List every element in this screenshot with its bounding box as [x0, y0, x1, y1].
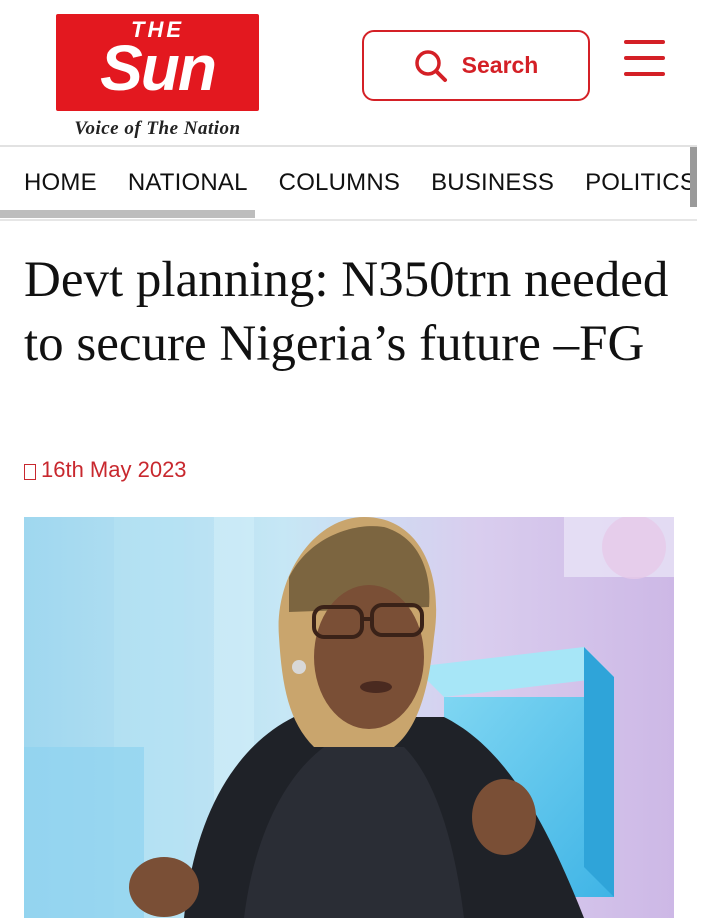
article-dateline: 16th May 2023 [24, 457, 187, 483]
article-featured-image[interactable] [24, 517, 674, 918]
nav-scrollbar-thumb[interactable] [0, 210, 255, 218]
main-nav: HOME NATIONAL COLUMNS BUSINESS POLITICS [0, 145, 697, 221]
site-logo[interactable]: THE Sun Voice of The Nation [56, 14, 259, 146]
clock-icon [24, 464, 36, 480]
nav-item-national[interactable]: NATIONAL [128, 169, 248, 197]
nav-item-home[interactable]: HOME [24, 169, 97, 197]
search-icon [414, 49, 447, 82]
nav-items: HOME NATIONAL COLUMNS BUSINESS POLITICS [24, 169, 697, 197]
search-button[interactable]: Search [362, 30, 590, 101]
nav-scrollbar-edge [690, 147, 697, 207]
hamburger-menu-icon [624, 56, 665, 60]
hamburger-menu-button[interactable] [624, 40, 666, 76]
nav-item-columns[interactable]: COLUMNS [279, 169, 400, 197]
featured-photo [24, 517, 674, 918]
hamburger-menu-icon [624, 40, 665, 44]
search-button-label: Search [461, 52, 539, 78]
nav-item-politics[interactable]: POLITICS [585, 169, 696, 197]
hamburger-menu-icon [624, 72, 665, 76]
nav-item-business[interactable]: BUSINESS [431, 169, 554, 197]
site-header: THE Sun Voice of The Nation Search [0, 0, 720, 144]
article-date: 16th May 2023 [41, 457, 187, 482]
article-headline: Devt planning: N350trn needed to secure … [24, 252, 669, 372]
logo-name-text: Sun [100, 32, 217, 104]
logo-tagline: Voice of The Nation [74, 118, 241, 139]
